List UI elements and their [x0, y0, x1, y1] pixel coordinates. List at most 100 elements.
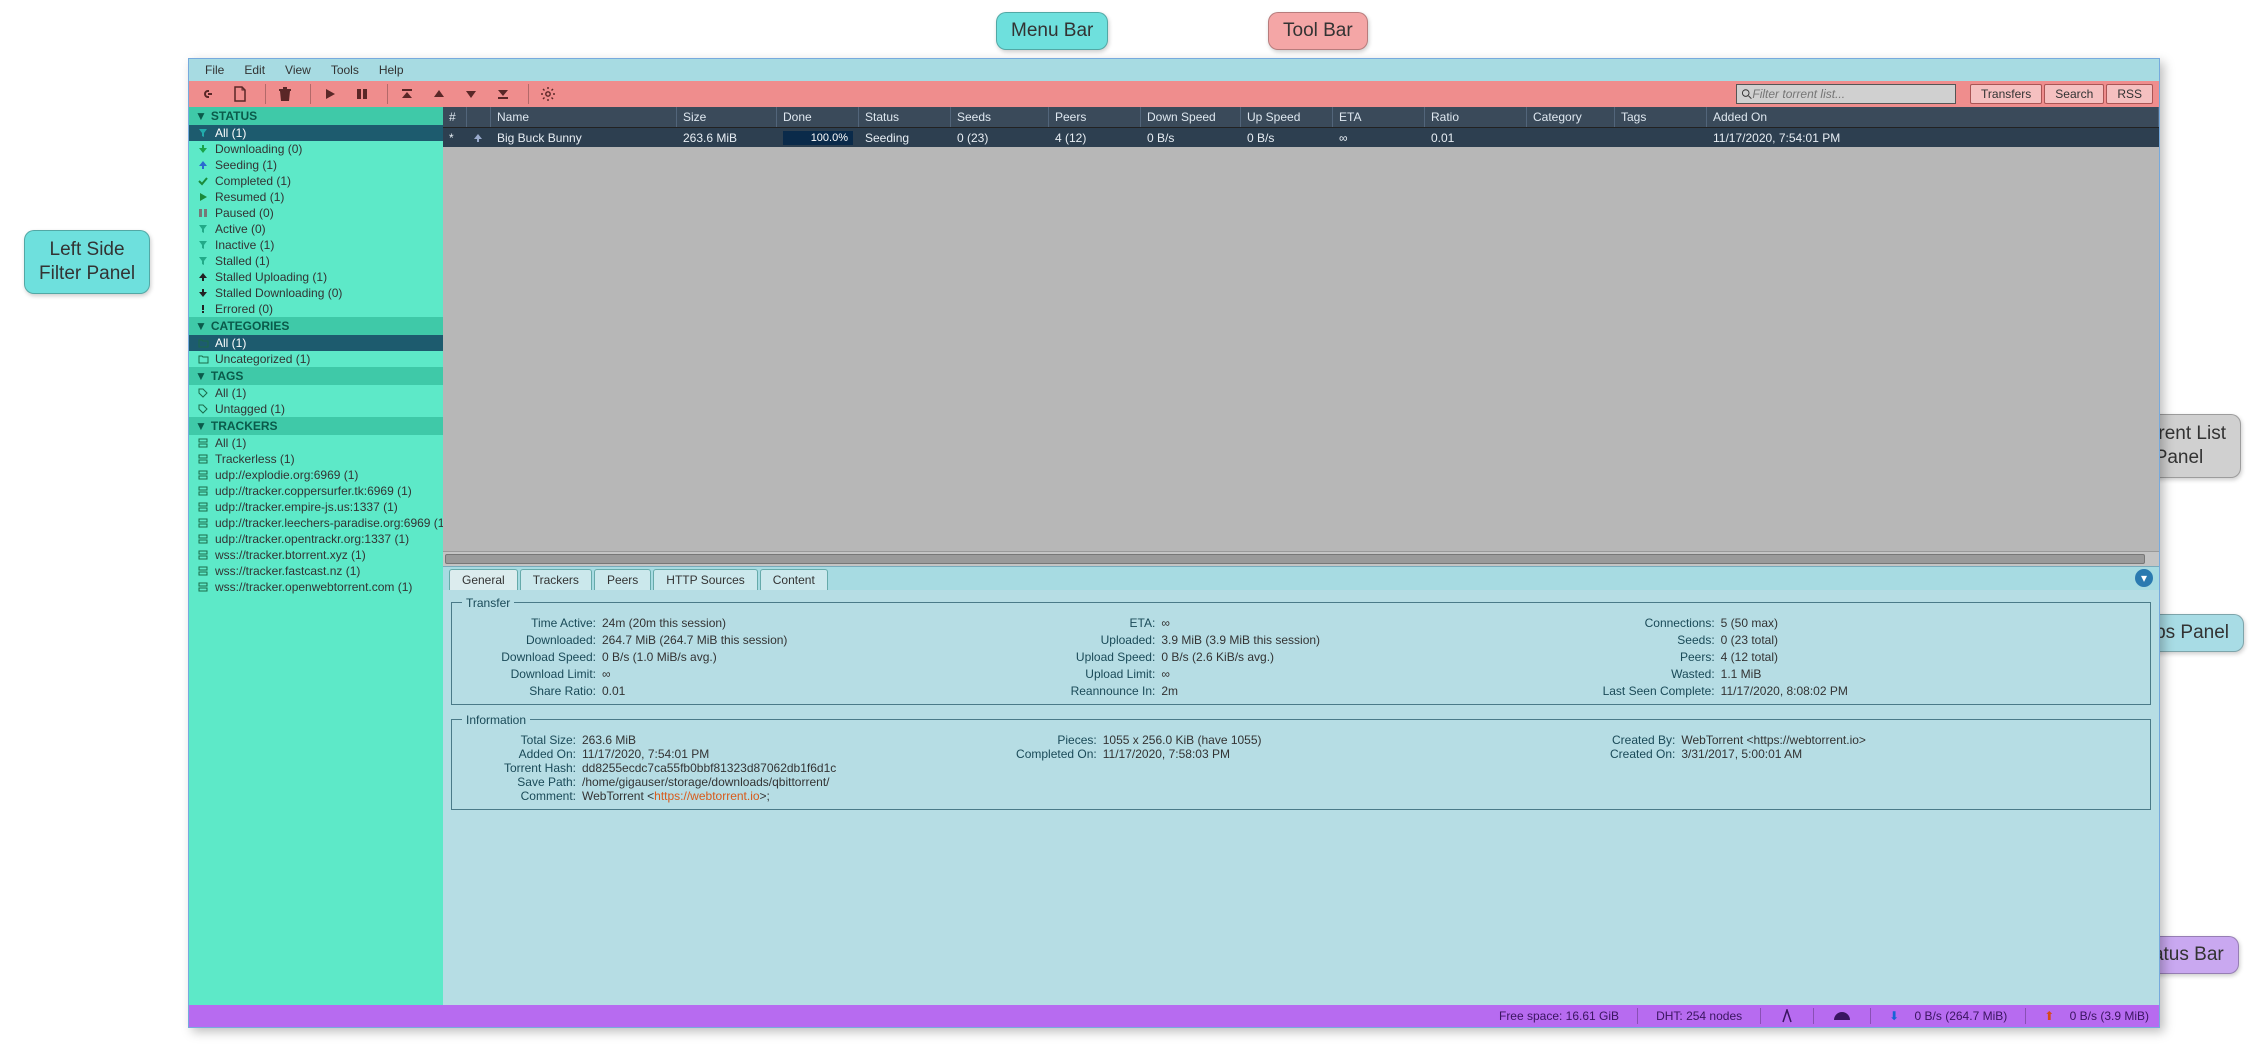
sidebar-item[interactable]: All (1): [189, 335, 443, 351]
rss-button[interactable]: RSS: [2106, 84, 2153, 104]
sidebar-item-label: wss://tracker.openwebtorrent.com (1): [215, 580, 412, 594]
sidebar-section-status[interactable]: ▼ STATUS: [189, 107, 443, 125]
col-ratio[interactable]: Ratio: [1425, 107, 1527, 127]
sidebar-item[interactable]: All (1): [189, 385, 443, 401]
menu-help[interactable]: Help: [369, 61, 414, 79]
table-row[interactable]: *Big Buck Bunny263.6 MiB100.0%Seeding0 (…: [443, 128, 2159, 147]
sidebar-item[interactable]: All (1): [189, 125, 443, 141]
information-fieldset: Information Total Size:263.6 MiB Pieces:…: [451, 713, 2151, 810]
col-status[interactable]: Status: [859, 107, 951, 127]
sidebar-item[interactable]: Downloading (0): [189, 141, 443, 157]
tab-content[interactable]: Content: [760, 569, 828, 590]
server-icon: [197, 437, 209, 449]
server-icon: [197, 501, 209, 513]
sidebar-item[interactable]: wss://tracker.openwebtorrent.com (1): [189, 579, 443, 595]
pause-icon[interactable]: [349, 83, 375, 105]
sidebar-item[interactable]: Stalled (1): [189, 253, 443, 269]
sidebar-item-label: Inactive (1): [215, 238, 274, 252]
col-upspeed[interactable]: Up Speed: [1241, 107, 1333, 127]
col-eta[interactable]: ETA: [1333, 107, 1425, 127]
menu-view[interactable]: View: [275, 61, 321, 79]
sidebar-item[interactable]: udp://explodie.org:6969 (1): [189, 467, 443, 483]
tab-general[interactable]: General: [449, 569, 518, 590]
server-icon: [197, 469, 209, 481]
sidebar-item[interactable]: Seeding (1): [189, 157, 443, 173]
sidebar-item[interactable]: wss://tracker.btorrent.xyz (1): [189, 547, 443, 563]
sidebar-item[interactable]: Active (0): [189, 221, 443, 237]
col-icon[interactable]: [467, 107, 491, 127]
connection-icon[interactable]: [1779, 1009, 1795, 1023]
status-down[interactable]: ⬇ 0 B/s (264.7 MiB): [1889, 1009, 2007, 1023]
col-index[interactable]: #: [443, 107, 467, 127]
move-top-icon[interactable]: [394, 83, 420, 105]
add-file-icon[interactable]: [227, 83, 253, 105]
resume-icon[interactable]: [317, 83, 343, 105]
tab-peers[interactable]: Peers: [594, 569, 651, 590]
settings-icon[interactable]: [535, 83, 561, 105]
add-link-icon[interactable]: [195, 83, 221, 105]
sidebar-item[interactable]: udp://tracker.leechers-paradise.org:6969…: [189, 515, 443, 531]
expand-details-icon[interactable]: ▾: [2135, 569, 2153, 587]
sidebar-item[interactable]: Uncategorized (1): [189, 351, 443, 367]
transfers-button[interactable]: Transfers: [1970, 84, 2042, 104]
sidebar-item[interactable]: udp://tracker.coppersurfer.tk:6969 (1): [189, 483, 443, 499]
delete-icon[interactable]: [272, 83, 298, 105]
down-icon: [197, 143, 209, 155]
sidebar-item-label: Paused (0): [215, 206, 274, 220]
sidebar-section-categories[interactable]: ▼ CATEGORIES: [189, 317, 443, 335]
sidebar-item[interactable]: Stalled Uploading (1): [189, 269, 443, 285]
horizontal-scrollbar[interactable]: [443, 551, 2159, 566]
move-bottom-icon[interactable]: [490, 83, 516, 105]
tag-icon: [197, 387, 209, 399]
col-size[interactable]: Size: [677, 107, 777, 127]
filter-sidebar: ▼ STATUS All (1)Downloading (0)Seeding (…: [189, 107, 443, 1005]
sidebar-item[interactable]: Trackerless (1): [189, 451, 443, 467]
sidebar-item[interactable]: Inactive (1): [189, 237, 443, 253]
col-downspeed[interactable]: Down Speed: [1141, 107, 1241, 127]
menu-file[interactable]: File: [195, 61, 234, 79]
information-legend: Information: [462, 713, 530, 727]
callout-left-panel: Left SideFilter Panel: [24, 230, 150, 294]
sidebar-item[interactable]: wss://tracker.fastcast.nz (1): [189, 563, 443, 579]
sidebar-item[interactable]: Stalled Downloading (0): [189, 285, 443, 301]
tab-trackers[interactable]: Trackers: [520, 569, 592, 590]
col-category[interactable]: Category: [1527, 107, 1615, 127]
move-up-icon[interactable]: [426, 83, 452, 105]
details-panel: Transfer Time Active:24m (20m this sessi…: [443, 590, 2159, 1006]
filter-input[interactable]: [1752, 87, 1951, 101]
server-icon: [197, 533, 209, 545]
col-seeds[interactable]: Seeds: [951, 107, 1049, 127]
comment-link[interactable]: https://webtorrent.io: [654, 789, 759, 803]
sidebar-item-label: Stalled (1): [215, 254, 270, 268]
status-dht: DHT: 254 nodes: [1656, 1009, 1742, 1023]
sidebar-item[interactable]: udp://tracker.opentrackr.org:1337 (1): [189, 531, 443, 547]
col-name[interactable]: Name: [491, 107, 677, 127]
sidebar-item[interactable]: Resumed (1): [189, 189, 443, 205]
sidebar-item[interactable]: Errored (0): [189, 301, 443, 317]
col-peers[interactable]: Peers: [1049, 107, 1141, 127]
menu-edit[interactable]: Edit: [234, 61, 275, 79]
filter-torrent-box[interactable]: [1736, 84, 1956, 104]
sidebar-item[interactable]: All (1): [189, 435, 443, 451]
torrent-table-empty: [443, 147, 2159, 551]
sidebar-section-trackers[interactable]: ▼ TRACKERS: [189, 417, 443, 435]
status-up[interactable]: ⬆ 0 B/s (3.9 MiB): [2044, 1009, 2149, 1023]
check-icon: [197, 175, 209, 187]
server-icon: [197, 453, 209, 465]
alt-speed-icon[interactable]: [1832, 1010, 1852, 1022]
torrent-table-body: *Big Buck Bunny263.6 MiB100.0%Seeding0 (…: [443, 128, 2159, 147]
col-done[interactable]: Done: [777, 107, 859, 127]
sidebar-item[interactable]: Untagged (1): [189, 401, 443, 417]
col-added[interactable]: Added On: [1707, 107, 2159, 127]
sidebar-item[interactable]: Completed (1): [189, 173, 443, 189]
search-button[interactable]: Search: [2044, 84, 2104, 104]
menu-tools[interactable]: Tools: [321, 61, 369, 79]
col-tags[interactable]: Tags: [1615, 107, 1707, 127]
sidebar-item[interactable]: udp://tracker.empire-js.us:1337 (1): [189, 499, 443, 515]
sidebar-item[interactable]: Paused (0): [189, 205, 443, 221]
sidebar-section-tags[interactable]: ▼ TAGS: [189, 367, 443, 385]
tab-http-sources[interactable]: HTTP Sources: [653, 569, 757, 590]
move-down-icon[interactable]: [458, 83, 484, 105]
status-free-space: Free space: 16.61 GiB: [1499, 1009, 1619, 1023]
down-icon: [197, 287, 209, 299]
